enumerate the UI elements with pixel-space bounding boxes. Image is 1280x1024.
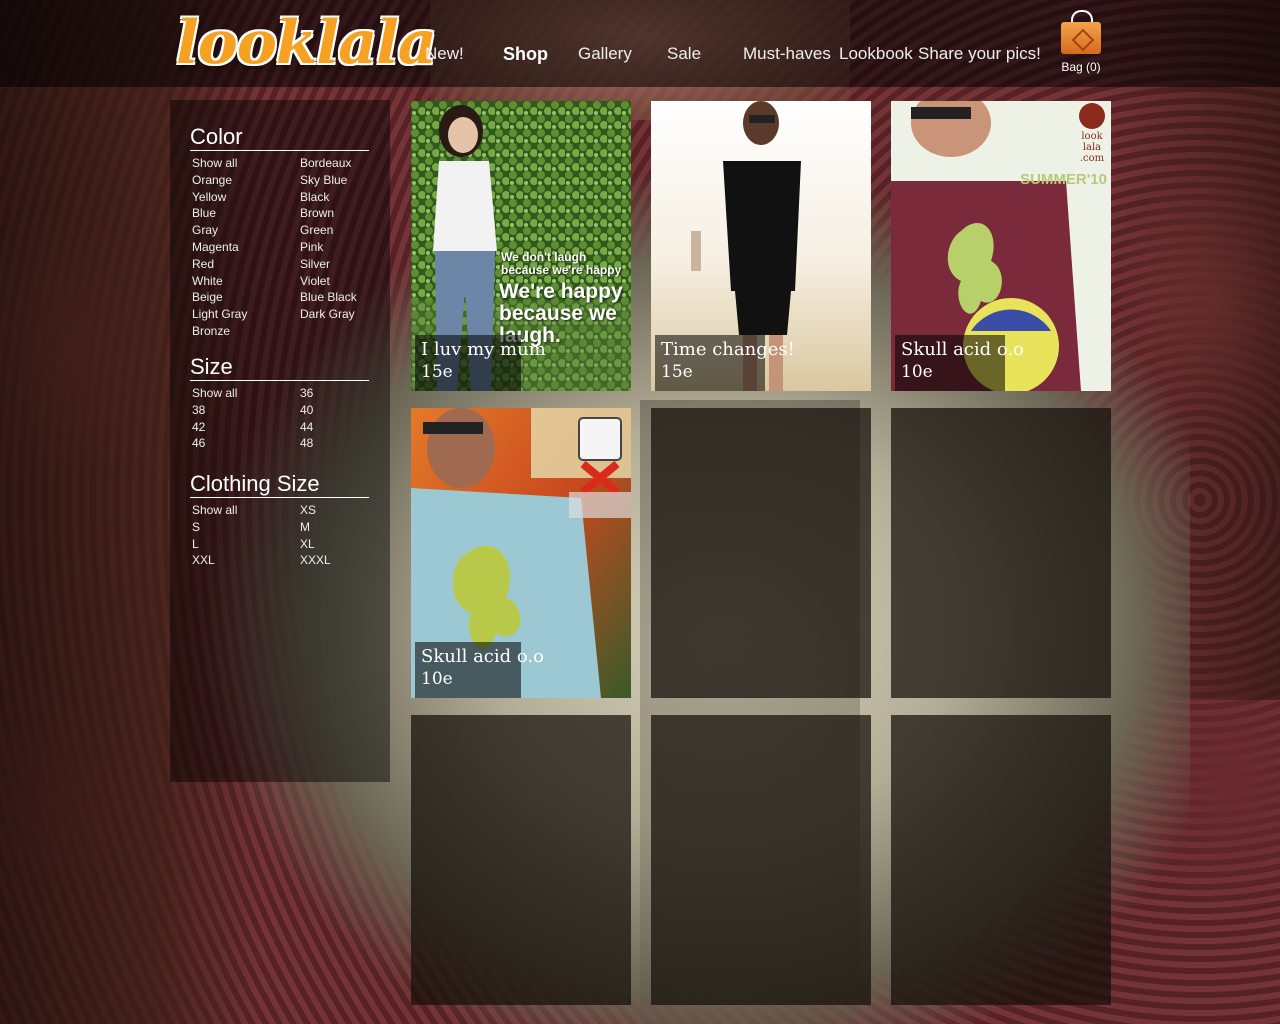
product-caption: Skull acid o.o 10e [415, 642, 544, 698]
filter-option-clothing-size[interactable]: XL [298, 536, 378, 553]
filter-option-color[interactable]: Bordeaux [298, 155, 378, 172]
filter-clothing-size: Clothing Size Show all XS S M L XL XXL XXXL [190, 471, 369, 569]
bag-button[interactable]: Bag (0) [1058, 10, 1104, 74]
empty-tile [891, 715, 1111, 1005]
filter-option-color[interactable]: Green [298, 222, 378, 239]
filter-options-size: Show all 36 38 40 42 44 46 48 [190, 385, 369, 452]
empty-tile [651, 715, 871, 1005]
nav-share-pics[interactable]: Share your pics! [918, 44, 1041, 64]
product-tile[interactable]: Time changes! 15e [651, 101, 871, 391]
filter-option-color[interactable]: Blue Black [298, 289, 378, 306]
filter-option-size[interactable]: 48 [298, 435, 378, 452]
tile-slogan-small: We don't laugh because we're happy [501, 250, 622, 277]
brand-stamp-text: look lala .com [1079, 131, 1105, 164]
product-price: 15e [661, 362, 693, 382]
top-bar: looklala New! Shop Gallery Sale Must-hav… [0, 0, 1280, 87]
product-price: 15e [421, 362, 453, 382]
product-price: 10e [421, 669, 453, 689]
filter-option-clothing-size[interactable]: S [190, 519, 298, 536]
nav-must-haves[interactable]: Must-haves [743, 44, 831, 64]
filter-option-color[interactable]: Orange [190, 172, 298, 189]
site-logo[interactable]: looklala [176, 8, 437, 78]
filter-option-size[interactable]: 40 [298, 402, 378, 419]
shopping-bag-icon [1061, 10, 1101, 54]
filter-option-color[interactable]: Yellow [190, 189, 298, 206]
empty-tile [891, 408, 1111, 698]
product-tile[interactable]: look lala .com SUMMER'10 Skull acid o.o … [891, 101, 1111, 391]
filter-option-size[interactable]: 46 [190, 435, 298, 452]
filter-option-color[interactable]: White [190, 273, 298, 290]
season-label: SUMMER'10 [1020, 171, 1107, 188]
filter-option-color[interactable]: Red [190, 256, 298, 273]
filter-color: Color Show all Bordeaux Orange Sky Blue Yell… [190, 124, 369, 340]
filter-options-color: Show all Bordeaux Orange Sky Blue Yellow Blac… [190, 155, 369, 340]
nav-sale[interactable]: Sale [667, 44, 701, 64]
filter-option-color[interactable]: Brown [298, 205, 378, 222]
empty-tile [411, 715, 631, 1005]
filter-option-color[interactable]: Blue [190, 205, 298, 222]
filter-option-size[interactable]: 38 [190, 402, 298, 419]
smiley-face-icon [1079, 103, 1105, 129]
filter-option-size[interactable]: 36 [298, 385, 378, 402]
bag-label: Bag (0) [1061, 60, 1101, 74]
filter-option-color[interactable]: Light Gray [190, 306, 298, 323]
filter-option-color[interactable]: Dark Gray [298, 306, 378, 323]
product-caption: Time changes! 15e [655, 335, 795, 391]
nav-lookbook[interactable]: Lookbook [839, 44, 913, 64]
filter-size: Size Show all 36 38 40 42 44 46 48 [190, 354, 369, 452]
empty-tile [651, 408, 871, 698]
filter-title-clothing-size: Clothing Size [190, 471, 369, 498]
filter-option-size[interactable]: 44 [298, 419, 378, 436]
filter-title-size: Size [190, 354, 369, 381]
product-name: Skull acid o.o [421, 646, 544, 667]
filter-option-clothing-size[interactable]: XXXL [298, 552, 378, 569]
filter-options-clothing-size: Show all XS S M L XL XXL XXXL [190, 502, 369, 569]
product-tile[interactable]: We don't laugh because we're happy We're… [411, 101, 631, 391]
nav-new[interactable]: New! [425, 44, 464, 64]
filter-option-color[interactable]: Bronze [190, 323, 298, 340]
filter-option-size[interactable]: 42 [190, 419, 298, 436]
product-name: Time changes! [661, 339, 795, 360]
filter-option-color[interactable]: Pink [298, 239, 378, 256]
filter-option-color[interactable]: Black [298, 189, 378, 206]
product-caption: I luv my mum 15e [415, 335, 546, 391]
filter-option-color[interactable]: Magenta [190, 239, 298, 256]
product-tile[interactable]: Skull acid o.o 10e [411, 408, 631, 698]
filter-option-color[interactable]: Show all [190, 155, 298, 172]
filter-option-clothing-size[interactable]: XS [298, 502, 378, 519]
filter-sidebar: Color Show all Bordeaux Orange Sky Blue Yell… [170, 100, 390, 782]
product-name: Skull acid o.o [901, 339, 1024, 360]
filter-option-color[interactable]: Beige [190, 289, 298, 306]
filter-option-clothing-size[interactable]: XXL [190, 552, 298, 569]
filter-option-color[interactable]: Sky Blue [298, 172, 378, 189]
filter-option-clothing-size[interactable]: Show all [190, 502, 298, 519]
product-name: I luv my mum [421, 339, 546, 360]
filter-option-color[interactable]: Gray [190, 222, 298, 239]
nav-shop[interactable]: Shop [503, 44, 548, 65]
filter-title-color: Color [190, 124, 369, 151]
product-price: 10e [901, 362, 933, 382]
brand-stamp: look lala .com [1077, 103, 1107, 164]
filter-option-color[interactable]: Violet [298, 273, 378, 290]
product-caption: Skull acid o.o 10e [895, 335, 1024, 391]
nav-gallery[interactable]: Gallery [578, 44, 632, 64]
filter-option-color[interactable]: Silver [298, 256, 378, 273]
filter-option-clothing-size[interactable]: M [298, 519, 378, 536]
filter-option-size[interactable]: Show all [190, 385, 298, 402]
filter-option-clothing-size[interactable]: L [190, 536, 298, 553]
